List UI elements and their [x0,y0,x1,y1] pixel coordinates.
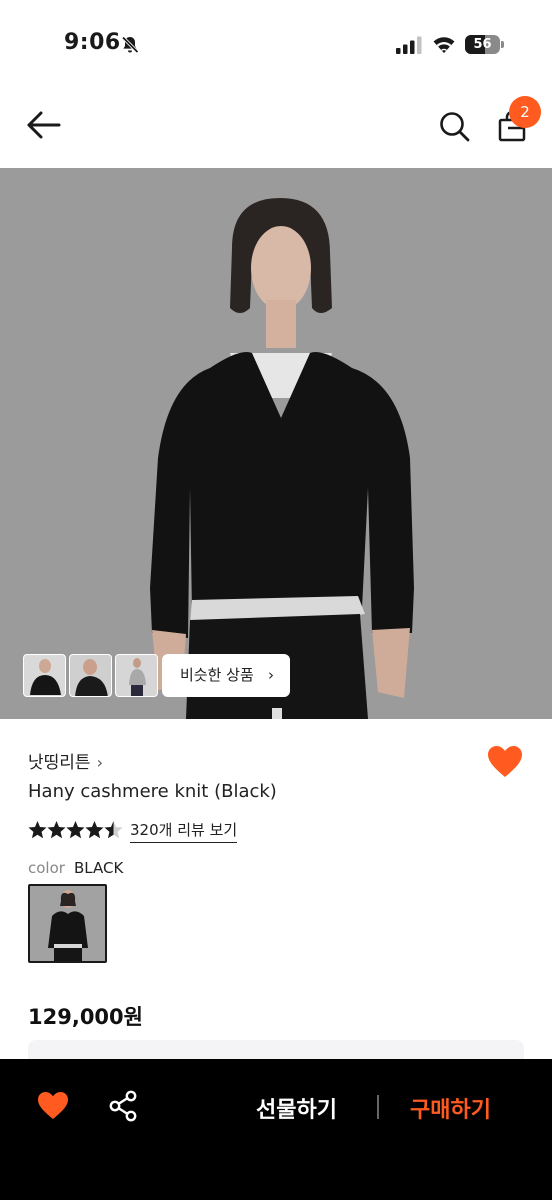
gallery-thumbnail-1[interactable] [23,654,66,697]
reviews-link[interactable]: 320개 리뷰 보기 [130,819,238,843]
chevron-right-icon: › [96,753,103,772]
bell-slash-icon [121,36,139,54]
wifi-icon [433,37,455,53]
product-title: Hany cashmere knit (Black) [28,781,277,802]
star-icon [28,821,47,839]
share-icon[interactable] [108,1090,138,1122]
model-photo [0,168,552,719]
color-option-black[interactable] [28,884,107,963]
bottom-action-bar: 선물하기 구매하기 [0,1059,552,1200]
star-icon [47,821,66,839]
product-price: 129,000원 [28,1005,143,1029]
top-nav: 2 [0,80,552,168]
gallery-thumbnail-3[interactable] [115,654,158,697]
star-icon [104,821,123,839]
signal-icon [396,36,422,54]
similar-products-button[interactable]: 비슷한 상품 › [162,654,290,697]
status-bar: 9:06 56 [0,0,552,80]
color-value: BLACK [74,859,124,877]
brand-name: 낫띵리튼 [28,753,91,773]
brand-link[interactable]: 낫띵리튼 › [28,748,103,773]
battery-percent: 56 [473,37,492,52]
star-icon [66,821,85,839]
back-arrow-icon[interactable] [26,110,62,140]
color-label: color [28,859,65,877]
chevron-right-icon: › [268,666,274,684]
similar-products-label: 비슷한 상품 [180,666,254,684]
gift-button[interactable]: 선물하기 [256,1092,337,1124]
star-rating [28,821,123,839]
battery-icon: 56 [465,35,504,54]
gallery-thumbnail-2[interactable] [69,654,112,697]
search-icon[interactable] [438,110,470,142]
star-icon [85,821,104,839]
heart-icon[interactable] [37,1091,69,1121]
heart-icon[interactable] [487,745,523,779]
status-time: 9:06 [64,30,121,55]
cart-count-badge: 2 [509,96,541,128]
buy-button[interactable]: 구매하기 [410,1092,491,1124]
bar-divider [377,1095,379,1119]
product-hero-image[interactable]: 비슷한 상품 › [0,168,552,719]
